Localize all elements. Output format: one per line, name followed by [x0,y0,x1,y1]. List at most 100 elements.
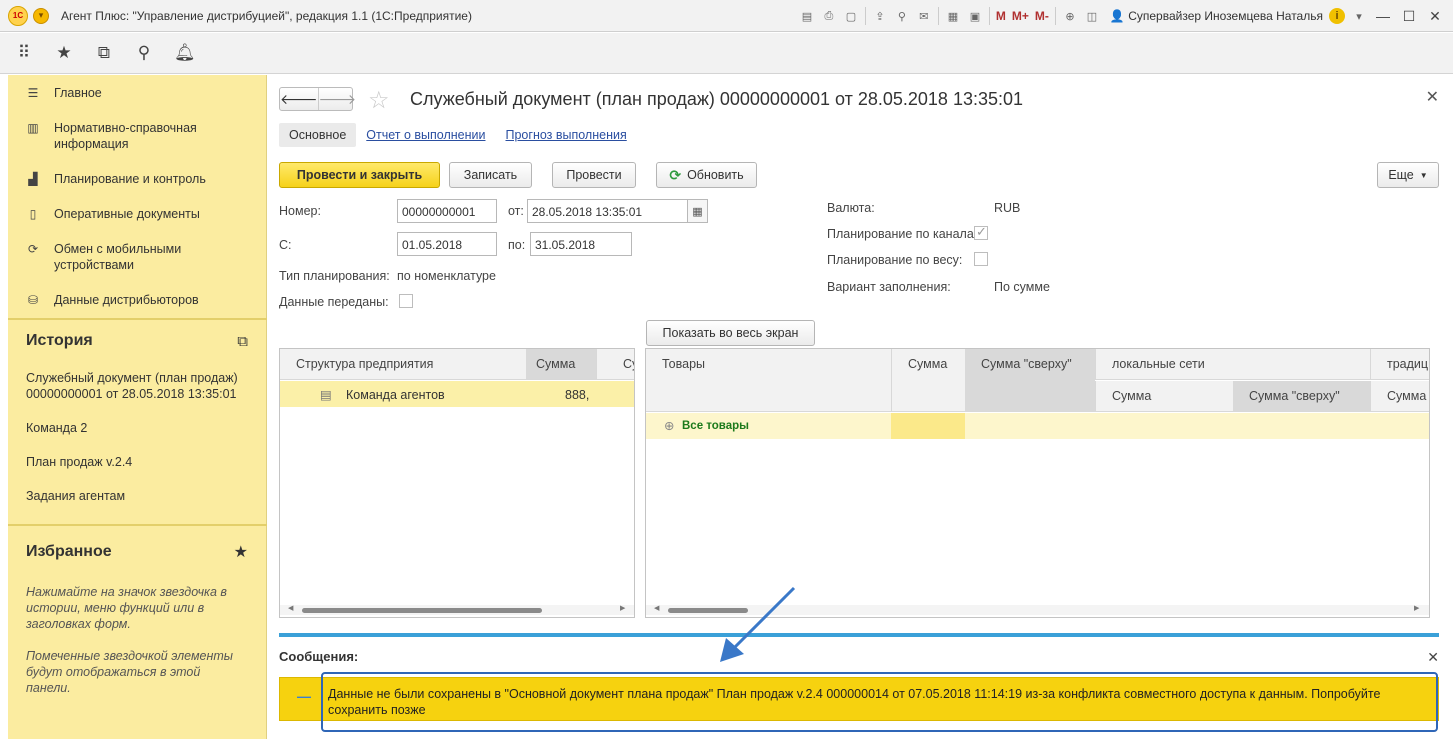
window-titlebar: 1С ▾ Агент Плюс: "Управление дистрибуцие… [0,0,1453,32]
column-header-traditional[interactable]: традиц [1370,349,1429,380]
scroll-right-icon[interactable]: ▶ [620,604,625,612]
close-window-button[interactable]: ✕ [1425,8,1445,25]
more-button[interactable]: Еще ▼ [1377,162,1439,188]
history-item[interactable]: Команда 2 [8,420,266,436]
panels-icon[interactable]: ◫ [1084,8,1100,24]
expand-icon[interactable]: ⊕ [664,418,674,433]
number-field[interactable]: 00000000001 [397,199,497,223]
preview-icon[interactable]: ▢ [843,8,859,24]
sidebar-item-documents[interactable]: ▯ Оперативные документы [8,206,266,222]
upload-icon[interactable]: ⇪ [872,8,888,24]
goods-table: Товары Сумма Сумма "сверху" локальные се… [645,348,1430,618]
favorites-panel-header: Избранное ★ [8,542,266,562]
calendar-icon[interactable]: ▦ [688,199,708,223]
apps-grid-icon[interactable]: ⠿ [14,43,34,63]
post-button[interactable]: Провести [552,162,636,188]
sidebar-item-distributors[interactable]: ⛁ Данные дистрибьюторов [8,292,266,308]
column-header-sum-2[interactable]: Су [596,349,634,380]
sidebar-item-label: Данные дистрибьюторов [54,293,199,307]
column-header-sum[interactable]: Сумма [526,349,596,380]
chevron-down-icon[interactable]: ▾ [1351,8,1367,24]
catalog-icon: ▥ [27,121,39,135]
favorite-star-icon[interactable]: ☆ [368,86,390,115]
maximize-button[interactable]: ☐ [1399,8,1419,25]
calendar-icon[interactable]: ▣ [967,8,983,24]
number-label: Номер: [279,204,321,218]
close-form-button[interactable]: ✕ [1426,87,1439,107]
save-button[interactable]: Записать [449,162,532,188]
memory-m-button[interactable]: M [996,9,1006,23]
period-to-field[interactable]: 31.05.2018 [530,232,632,256]
history-icon[interactable]: ⧉ [94,43,114,63]
main-menu-button[interactable]: ▾ [33,7,49,24]
row-icon: ▤ [320,388,332,402]
chevron-down-icon: ▼ [1419,170,1428,180]
user-name: Супервайзер Иноземцева Наталья [1128,9,1323,23]
tab-execution-report[interactable]: Отчет о выполнении [366,128,485,142]
row-name: Команда агентов [346,388,445,402]
refresh-button[interactable]: ⟳ Обновить [656,162,757,188]
star-icon[interactable]: ★ [234,542,248,562]
minimize-button[interactable]: — [1373,8,1393,24]
by-channels-checkbox[interactable] [974,224,988,240]
subcolumn-header-sum[interactable]: Сумма [1095,381,1233,412]
link-icon[interactable]: ⚲ [894,8,910,24]
back-button[interactable]: 🡐 [280,88,318,110]
scroll-left-icon[interactable]: ◀ [654,604,659,612]
toolbar-divider [1054,7,1056,25]
attach-icon[interactable]: ✉ [916,8,932,24]
close-messages-button[interactable]: ✕ [1427,649,1439,666]
column-header-local-networks[interactable]: локальные сети [1095,349,1370,380]
post-and-close-button[interactable]: Провести и закрыть [279,162,440,188]
subcolumn-header-sum-top[interactable]: Сумма "сверху" [1233,381,1370,412]
table-row[interactable] [646,413,1429,439]
column-header-structure[interactable]: Структура предприятия [280,349,526,380]
save-icon[interactable]: ▤ [799,8,815,24]
sidebar-item-label: Планирование и контроль [54,172,206,186]
zoom-icon[interactable]: ⊕ [1062,8,1078,24]
scroll-left-icon[interactable]: ◀ [288,604,293,612]
scroll-thumb[interactable] [302,608,542,613]
by-weight-checkbox[interactable] [974,252,988,266]
date-field[interactable]: 28.05.2018 13:35:01 [527,199,688,223]
period-from-field[interactable]: 01.05.2018 [397,232,497,256]
period-from-label: С: [279,238,292,252]
info-icon[interactable]: i [1329,8,1345,24]
sidebar-divider [8,318,267,320]
data-sent-checkbox[interactable] [399,294,413,308]
history-item[interactable]: План продаж v.2.4 [8,454,266,470]
tab-forecast[interactable]: Прогноз выполнения [506,128,627,142]
history-item[interactable]: Служебный документ (план продаж) 0000000… [8,370,248,402]
fill-variant-label: Вариант заполнения: [827,280,951,294]
print-icon[interactable]: ⎙ [821,8,837,24]
search-icon[interactable]: ⚲ [134,43,154,63]
forward-button[interactable]: 🡒 [317,88,356,110]
column-header-sum[interactable]: Сумма [891,349,965,412]
sidebar-item-planning[interactable]: ▟ Планирование и контроль [8,171,266,187]
column-header-sum-top[interactable]: Сумма "сверху" [965,349,1095,412]
memory-plus-button[interactable]: M+ [1012,9,1029,23]
horizontal-scrollbar[interactable]: ◀ ▶ [280,605,634,615]
section-toolbar: ⠿ ★ ⧉ ⚲ 🔔︎ [0,33,1453,74]
sidebar-item-mobile-exchange[interactable]: ⟳ Обмен с мобильными устройствами [8,241,266,273]
tab-main[interactable]: Основное [279,123,357,147]
date-from-label: от: [508,204,524,218]
row-name: Все товары [682,420,749,432]
subcolumn-header-sum-2[interactable]: Сумма [1370,381,1429,412]
current-user[interactable]: 👤 Супервайзер Иноземцева Наталья [1110,9,1323,23]
column-header-goods[interactable]: Товары [646,349,891,412]
row-sum-cell[interactable] [891,413,965,439]
history-item[interactable]: Задания агентам [8,488,266,504]
fullscreen-button[interactable]: Показать во весь экран [646,320,815,346]
sidebar-item-main[interactable]: ☰ Главное [8,85,266,101]
highlight-outline [321,672,1438,732]
sidebar-item-catalogs[interactable]: ▥ Нормативно-справочная информация [8,120,266,152]
by-weight-label: Планирование по весу: [827,253,963,267]
bell-icon[interactable]: 🔔︎ [174,43,196,63]
history-icon[interactable]: ⧉ [237,333,248,350]
messages-title: Сообщения: [279,649,359,664]
memory-minus-button[interactable]: M- [1035,9,1049,23]
scroll-right-icon[interactable]: ▶ [1414,604,1419,612]
star-icon[interactable]: ★ [54,43,74,63]
calculator-icon[interactable]: ▦ [945,8,961,24]
